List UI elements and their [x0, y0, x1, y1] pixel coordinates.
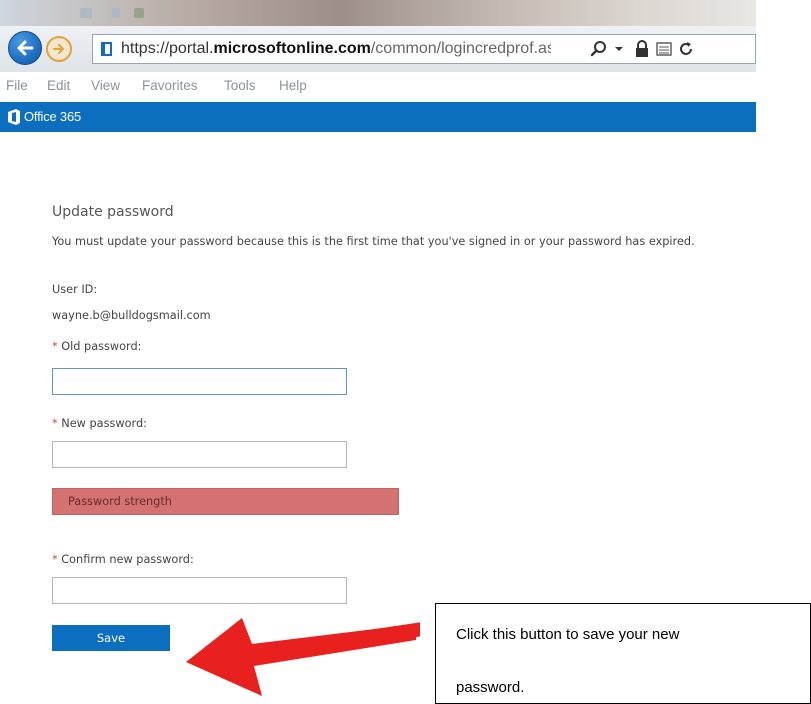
old-password-label-text: Old password:	[61, 340, 142, 353]
new-password-label-text: New password:	[61, 417, 147, 430]
office-page-icon	[101, 42, 112, 56]
url-path: /common/logincredprof.aspx?ru=https://l	[370, 40, 551, 57]
user-id-value: wayne.b@bulldogsmail.com	[52, 309, 211, 322]
required-mark: *	[52, 417, 58, 430]
search-icon[interactable]	[590, 39, 608, 59]
forward-arrow-icon	[53, 44, 64, 54]
password-strength-meter: Password strength	[52, 488, 399, 515]
back-arrow-icon	[17, 40, 34, 56]
chevron-down-icon[interactable]	[614, 39, 624, 59]
callout-line-1: Click this button to save your new	[456, 626, 680, 643]
address-bar[interactable]: https://portal.microsoftonline.com/commo…	[92, 34, 756, 64]
confirm-password-field[interactable]	[52, 577, 347, 604]
menu-file[interactable]: File	[6, 78, 28, 93]
address-tools	[590, 39, 752, 59]
menu-tools[interactable]: Tools	[224, 78, 256, 93]
browser-menubar: File Edit View Favorites Tools Help	[0, 72, 756, 102]
menu-view[interactable]: View	[91, 78, 120, 93]
callout-line-2: password.	[456, 679, 525, 696]
new-password-label: * New password:	[52, 417, 147, 430]
forward-button[interactable]	[46, 36, 72, 62]
intro-text: You must update your password because th…	[52, 235, 695, 248]
titlebar-blur	[112, 8, 120, 18]
refresh-icon[interactable]	[678, 39, 694, 59]
menu-help[interactable]: Help	[279, 78, 307, 93]
instruction-callout: Click this button to save your new passw…	[435, 603, 811, 704]
browser-titlebar	[0, 0, 756, 26]
office365-header: Office 365	[0, 102, 756, 132]
back-button[interactable]	[8, 31, 42, 65]
titlebar-blur	[80, 8, 92, 18]
app-name[interactable]: Office 365	[24, 109, 81, 124]
page-title: Update password	[52, 204, 174, 220]
old-password-field[interactable]	[52, 368, 347, 395]
browser-navbar: https://portal.microsoftonline.com/commo…	[0, 26, 756, 72]
confirm-password-label-text: Confirm new password:	[61, 553, 194, 566]
url-text[interactable]: https://portal.microsoftonline.com/commo…	[121, 39, 551, 59]
new-password-field[interactable]	[52, 441, 347, 468]
lock-icon[interactable]	[634, 39, 650, 59]
office-logo-icon	[8, 109, 20, 125]
confirm-password-label: * Confirm new password:	[52, 553, 194, 566]
menu-favorites[interactable]: Favorites	[142, 78, 198, 93]
user-id-label: User ID:	[52, 283, 98, 296]
url-base: https://portal.	[121, 40, 214, 57]
required-mark: *	[52, 340, 58, 353]
menu-edit[interactable]: Edit	[47, 78, 70, 93]
password-strength-label: Password strength	[68, 495, 172, 508]
compatibility-view-icon[interactable]	[656, 39, 672, 59]
titlebar-blur	[134, 8, 144, 18]
old-password-label: * Old password:	[52, 340, 141, 353]
required-mark: *	[52, 553, 58, 566]
red-arrow-annotation	[186, 618, 420, 696]
save-button[interactable]: Save	[52, 625, 170, 651]
url-domain: microsoftonline.com	[213, 40, 371, 57]
